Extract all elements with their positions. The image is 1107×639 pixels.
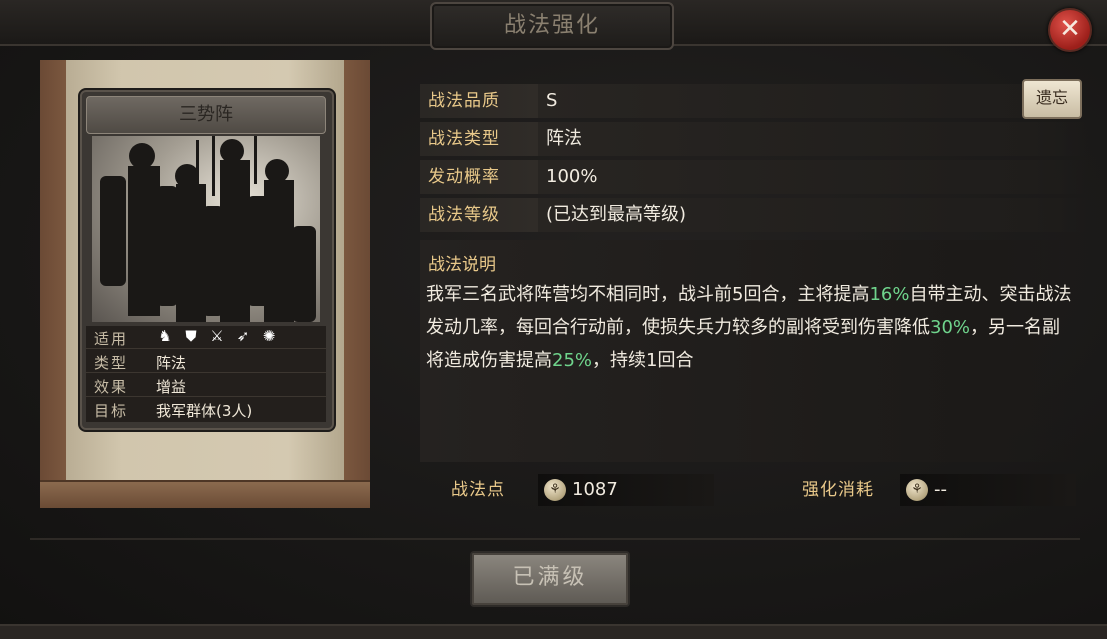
- scroll-roller: [40, 480, 370, 508]
- desc-segment: 5: [732, 284, 744, 305]
- forget-button[interactable]: 遗忘: [1022, 79, 1082, 119]
- info-row-target: 目标 我军群体(3人): [86, 398, 326, 420]
- info-key: 类型: [94, 354, 129, 372]
- desc-highlight: 25%: [552, 350, 593, 371]
- desc-segment: 我军三名武将阵营均不相同时，战斗前: [426, 284, 732, 305]
- tactic-description: 战法说明 我军三名武将阵营均不相同时，战斗前5回合，主将提高16%自带主动、突击…: [420, 240, 1080, 462]
- detail-chance: 发动概率 100%: [420, 160, 1088, 194]
- shield-icon: ⛊: [185, 327, 197, 345]
- info-row-type: 类型 阵法: [86, 350, 326, 373]
- desc-highlight: 30%: [930, 317, 971, 338]
- detail-value: 阵法: [538, 122, 1088, 156]
- info-key: 适用: [94, 330, 129, 348]
- detail-quality: 战法品质 S: [420, 84, 1088, 118]
- info-row-effect: 效果 增益: [86, 374, 326, 397]
- close-icon: ✕: [1059, 14, 1081, 44]
- detail-value: S: [538, 84, 1088, 118]
- soldiers-silhouette-image: [100, 136, 316, 322]
- detail-value: 100%: [538, 160, 1088, 194]
- detail-type: 战法类型 阵法: [420, 122, 1088, 156]
- chariot-icon: ✺: [262, 327, 276, 345]
- window-title-plate: 战法强化: [430, 2, 674, 50]
- desc-segment: 回合，主将提高: [743, 284, 870, 305]
- detail-label: 战法品质: [420, 84, 540, 118]
- detail-label: 战法等级: [420, 198, 540, 232]
- spear-icon: ➶: [236, 327, 250, 345]
- bow-icon: ⚔: [210, 327, 224, 345]
- tactic-point-icon: ⚘: [906, 479, 928, 501]
- detail-label: 战法类型: [420, 122, 540, 156]
- tactic-name: 三势阵: [86, 96, 326, 134]
- description-title: 战法说明: [428, 255, 496, 275]
- desc-segment: 1: [646, 350, 658, 371]
- tactic-info-table: 适用 ♞ ⛊ ⚔ ➶ ✺ 类型 阵法 效果 增益 目标 我军群体(3人): [86, 326, 326, 422]
- detail-value: (已达到最高等级): [538, 198, 1088, 232]
- description-text: 我军三名武将阵营均不相同时，战斗前5回合，主将提高16%自带主动、突击战法发动几…: [426, 278, 1074, 377]
- divider: [30, 538, 1080, 540]
- desc-segment: 回合: [657, 350, 694, 371]
- max-level-button[interactable]: 已满级: [470, 551, 630, 607]
- detail-label: 发动概率: [420, 160, 540, 194]
- tactic-point-icon: ⚘: [544, 479, 566, 501]
- troop-icons: ♞ ⛊ ⚔ ➶ ✺: [156, 327, 278, 345]
- points-value: 1087: [572, 479, 618, 500]
- cost-label: 强化消耗: [802, 480, 874, 500]
- info-key: 效果: [94, 378, 129, 396]
- info-key: 目标: [94, 402, 129, 420]
- cavalry-icon: ♞: [158, 327, 172, 345]
- detail-level: 战法等级 (已达到最高等级): [420, 198, 1088, 232]
- info-value: 阵法: [156, 354, 187, 372]
- cost-value-box: ⚘ --: [900, 474, 1076, 506]
- tactic-card: 三势阵 适用 ♞ ⛊ ⚔ ➶ ✺ 类型 阵法 效果 增益 目标 我军群体(3人): [80, 90, 334, 430]
- window-frame: 战法强化 ✕ 三势阵 适用 ♞ ⛊ ⚔ ➶ ✺ 类型 阵法 效果 增益 目标 我…: [0, 0, 1107, 639]
- info-value: 增益: [156, 378, 187, 396]
- close-button[interactable]: ✕: [1048, 8, 1092, 52]
- desc-highlight: 16%: [869, 284, 910, 305]
- window-title: 战法强化: [503, 13, 600, 38]
- cost-value: --: [934, 479, 947, 500]
- info-row-applicable: 适用 ♞ ⛊ ⚔ ➶ ✺: [86, 326, 326, 349]
- tactic-illustration: [92, 136, 320, 322]
- points-label: 战法点: [451, 480, 505, 500]
- desc-segment: ，持续: [592, 350, 647, 371]
- points-value-box: ⚘ 1087: [538, 474, 714, 506]
- info-value: 我军群体(3人): [156, 402, 253, 420]
